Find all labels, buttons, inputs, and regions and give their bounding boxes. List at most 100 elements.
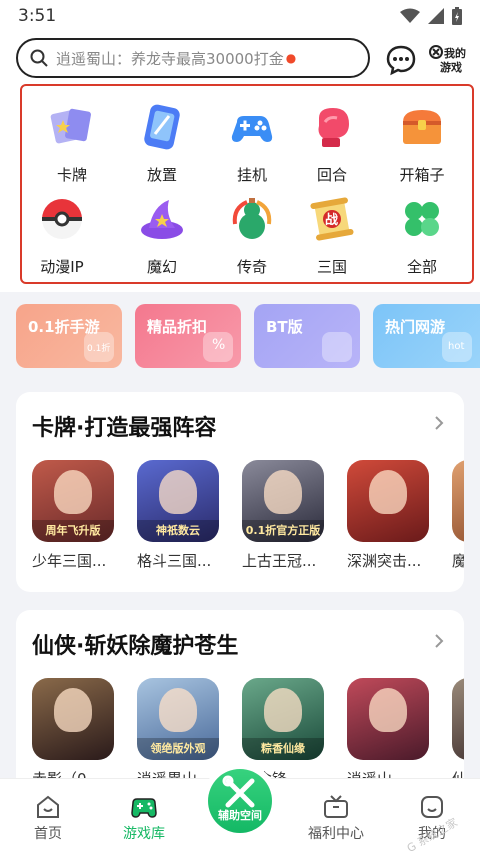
category-item-cards[interactable]: 卡牌 (32, 86, 112, 184)
game-item[interactable]: 赤影（0... (32, 678, 114, 778)
chevron-right-icon[interactable] (432, 634, 446, 648)
tag-deco-icon: % (203, 332, 233, 362)
tag-bt-version[interactable]: BT版 (254, 304, 360, 368)
game-item[interactable]: 0.1折官方正版 上古王冠... (242, 460, 324, 571)
tag-label: 精品折扣 (147, 318, 208, 336)
nav-assist-space[interactable]: 辅助空间 (202, 763, 278, 839)
treasure-chest-icon (403, 110, 441, 144)
my-games-line2: 游戏 (440, 60, 462, 74)
tag-deco-icon: 0.1折 (84, 332, 114, 362)
header: 逍遥蜀山：养龙寺最高30000打金 ● 我的 游戏 (0, 32, 480, 84)
chevron-right-icon[interactable] (432, 416, 446, 430)
category-item-all[interactable]: 全部 (382, 178, 462, 276)
game-item[interactable]: 深渊突击... (347, 460, 429, 571)
game-cover: 神祇数云 (137, 460, 219, 542)
game-item[interactable]: 周年飞升版 少年三国... (32, 460, 114, 571)
bottom-nav: 首页 游戏库 辅助空间 福利中心 我的 G 系统之家 (0, 763, 480, 853)
search-input[interactable]: 逍遥蜀山：养龙寺最高30000打金 ● (16, 38, 370, 78)
game-cover (347, 460, 429, 542)
game-cover: 领绝版外观 (137, 678, 219, 760)
section-card-games: 卡牌·打造最强阵容 周年飞升版 少年三国... 神祇数云 格斗三国... 0.1… (16, 392, 464, 592)
phone-icon (144, 104, 180, 150)
nav-welfare-center[interactable]: 福利中心 (288, 779, 384, 853)
category-item-anime-ip[interactable]: 动漫IP (22, 178, 102, 276)
category-label: 三国 (316, 258, 347, 276)
section-title: 卡牌·打造最强阵容 (32, 416, 217, 441)
tag-deco-icon: hot (442, 332, 472, 362)
tag-hot-online[interactable]: 热门网游 hot (373, 304, 480, 368)
category-item-legend[interactable]: 传奇 (212, 178, 292, 276)
category-item-turn-based[interactable]: 回合 (292, 86, 372, 184)
clover-icon (405, 202, 439, 236)
game-name: 深渊突击... (347, 552, 422, 570)
section-xianxia-games: 仙侠·斩妖除魔护苍生 赤影（0... 领绝版外观 逍遥異山... 粽香仙缘 一念… (16, 610, 464, 778)
cards-icon (50, 108, 91, 144)
tag-premium-discount[interactable]: 精品折扣 % (135, 304, 241, 368)
game-name: 逍遥異山... (137, 768, 219, 778)
nav-label: 游戏库 (123, 826, 165, 842)
game-name: 上古王冠... (242, 552, 317, 570)
game-item[interactable]: 仙 (452, 678, 464, 778)
wifi-icon (400, 8, 420, 23)
status-time: 3:51 (18, 6, 57, 26)
game-cover (347, 678, 429, 760)
category-label: 传奇 (236, 258, 267, 276)
search-icon (30, 49, 48, 67)
nav-label: 辅助空间 (218, 809, 262, 822)
pokeball-icon (42, 199, 82, 239)
signal-icon (428, 8, 444, 24)
section-title: 仙侠·斩妖除魔护苍生 (32, 634, 239, 659)
game-name: 仙 (452, 768, 464, 778)
category-item-idle[interactable]: 放置 (122, 86, 202, 184)
category-item-loot-box[interactable]: 开箱子 (382, 86, 462, 184)
category-item-afk[interactable]: 挂机 (212, 86, 292, 184)
category-badge: 战 (325, 212, 338, 228)
game-item[interactable]: 神祇数云 格斗三国... (137, 460, 219, 571)
category-label: 动漫IP (40, 258, 84, 276)
flame-icon: ● (285, 51, 297, 65)
nav-label: 首页 (34, 826, 62, 842)
category-panel: 卡牌 放置 挂机 回合 开箱子 动漫IP 魔幻 传奇 战 三国 全部 (0, 84, 480, 292)
game-name: 逍遥山... (347, 768, 429, 778)
game-name: 魔 (452, 552, 464, 570)
my-games-button[interactable]: 我的 游戏 (428, 42, 468, 78)
game-item[interactable]: 魔 (452, 460, 464, 571)
game-cover: 0.1折官方正版 (242, 460, 324, 542)
game-library-icon (131, 798, 157, 818)
category-item-fantasy[interactable]: 魔幻 (122, 178, 202, 276)
game-cover: 粽香仙缘 (242, 678, 324, 760)
game-item[interactable]: 逍遥山... (347, 678, 429, 778)
tag-deco-icon (322, 332, 352, 362)
war-scroll-icon: 战 (310, 197, 354, 241)
nav-label: 福利中心 (308, 826, 364, 842)
my-games-icon: 我的 游戏 (429, 45, 466, 74)
status-icons (400, 7, 462, 25)
search-placeholder: 逍遥蜀山：养龙寺最高30000打金 (56, 49, 284, 68)
gourd-icon (232, 198, 272, 239)
nav-home[interactable]: 首页 (0, 779, 96, 853)
game-name: 格斗三国... (137, 552, 212, 570)
message-button[interactable] (385, 44, 417, 76)
boxing-glove-icon (318, 108, 349, 147)
category-item-three-kingdoms[interactable]: 战 三国 (292, 178, 372, 276)
game-name: 少年三国... (32, 552, 107, 570)
game-name: 赤影（0... (32, 768, 114, 778)
nav-game-library[interactable]: 游戏库 (96, 779, 192, 853)
game-cover (32, 678, 114, 760)
game-item[interactable]: 领绝版外观 逍遥異山... (137, 678, 219, 778)
game-cover (452, 460, 464, 542)
status-bar: 3:51 (0, 0, 480, 32)
category-grid: 卡牌 放置 挂机 回合 开箱子 动漫IP 魔幻 传奇 战 三国 全部 (20, 84, 474, 284)
wizard-hat-icon (141, 200, 183, 239)
game-item[interactable]: 粽香仙缘 一念锋... (242, 678, 324, 778)
category-label: 全部 (406, 258, 437, 276)
game-cover: 周年飞升版 (32, 460, 114, 542)
gamepad-icon (231, 116, 273, 142)
tag-discount-01[interactable]: 0.1折手游 0.1折 (16, 304, 122, 368)
profile-icon (421, 796, 443, 818)
battery-icon (452, 7, 462, 25)
home-icon (37, 795, 59, 818)
game-cover (452, 678, 464, 760)
my-games-line1: 我的 (444, 46, 466, 60)
tag-label: BT版 (266, 318, 303, 336)
